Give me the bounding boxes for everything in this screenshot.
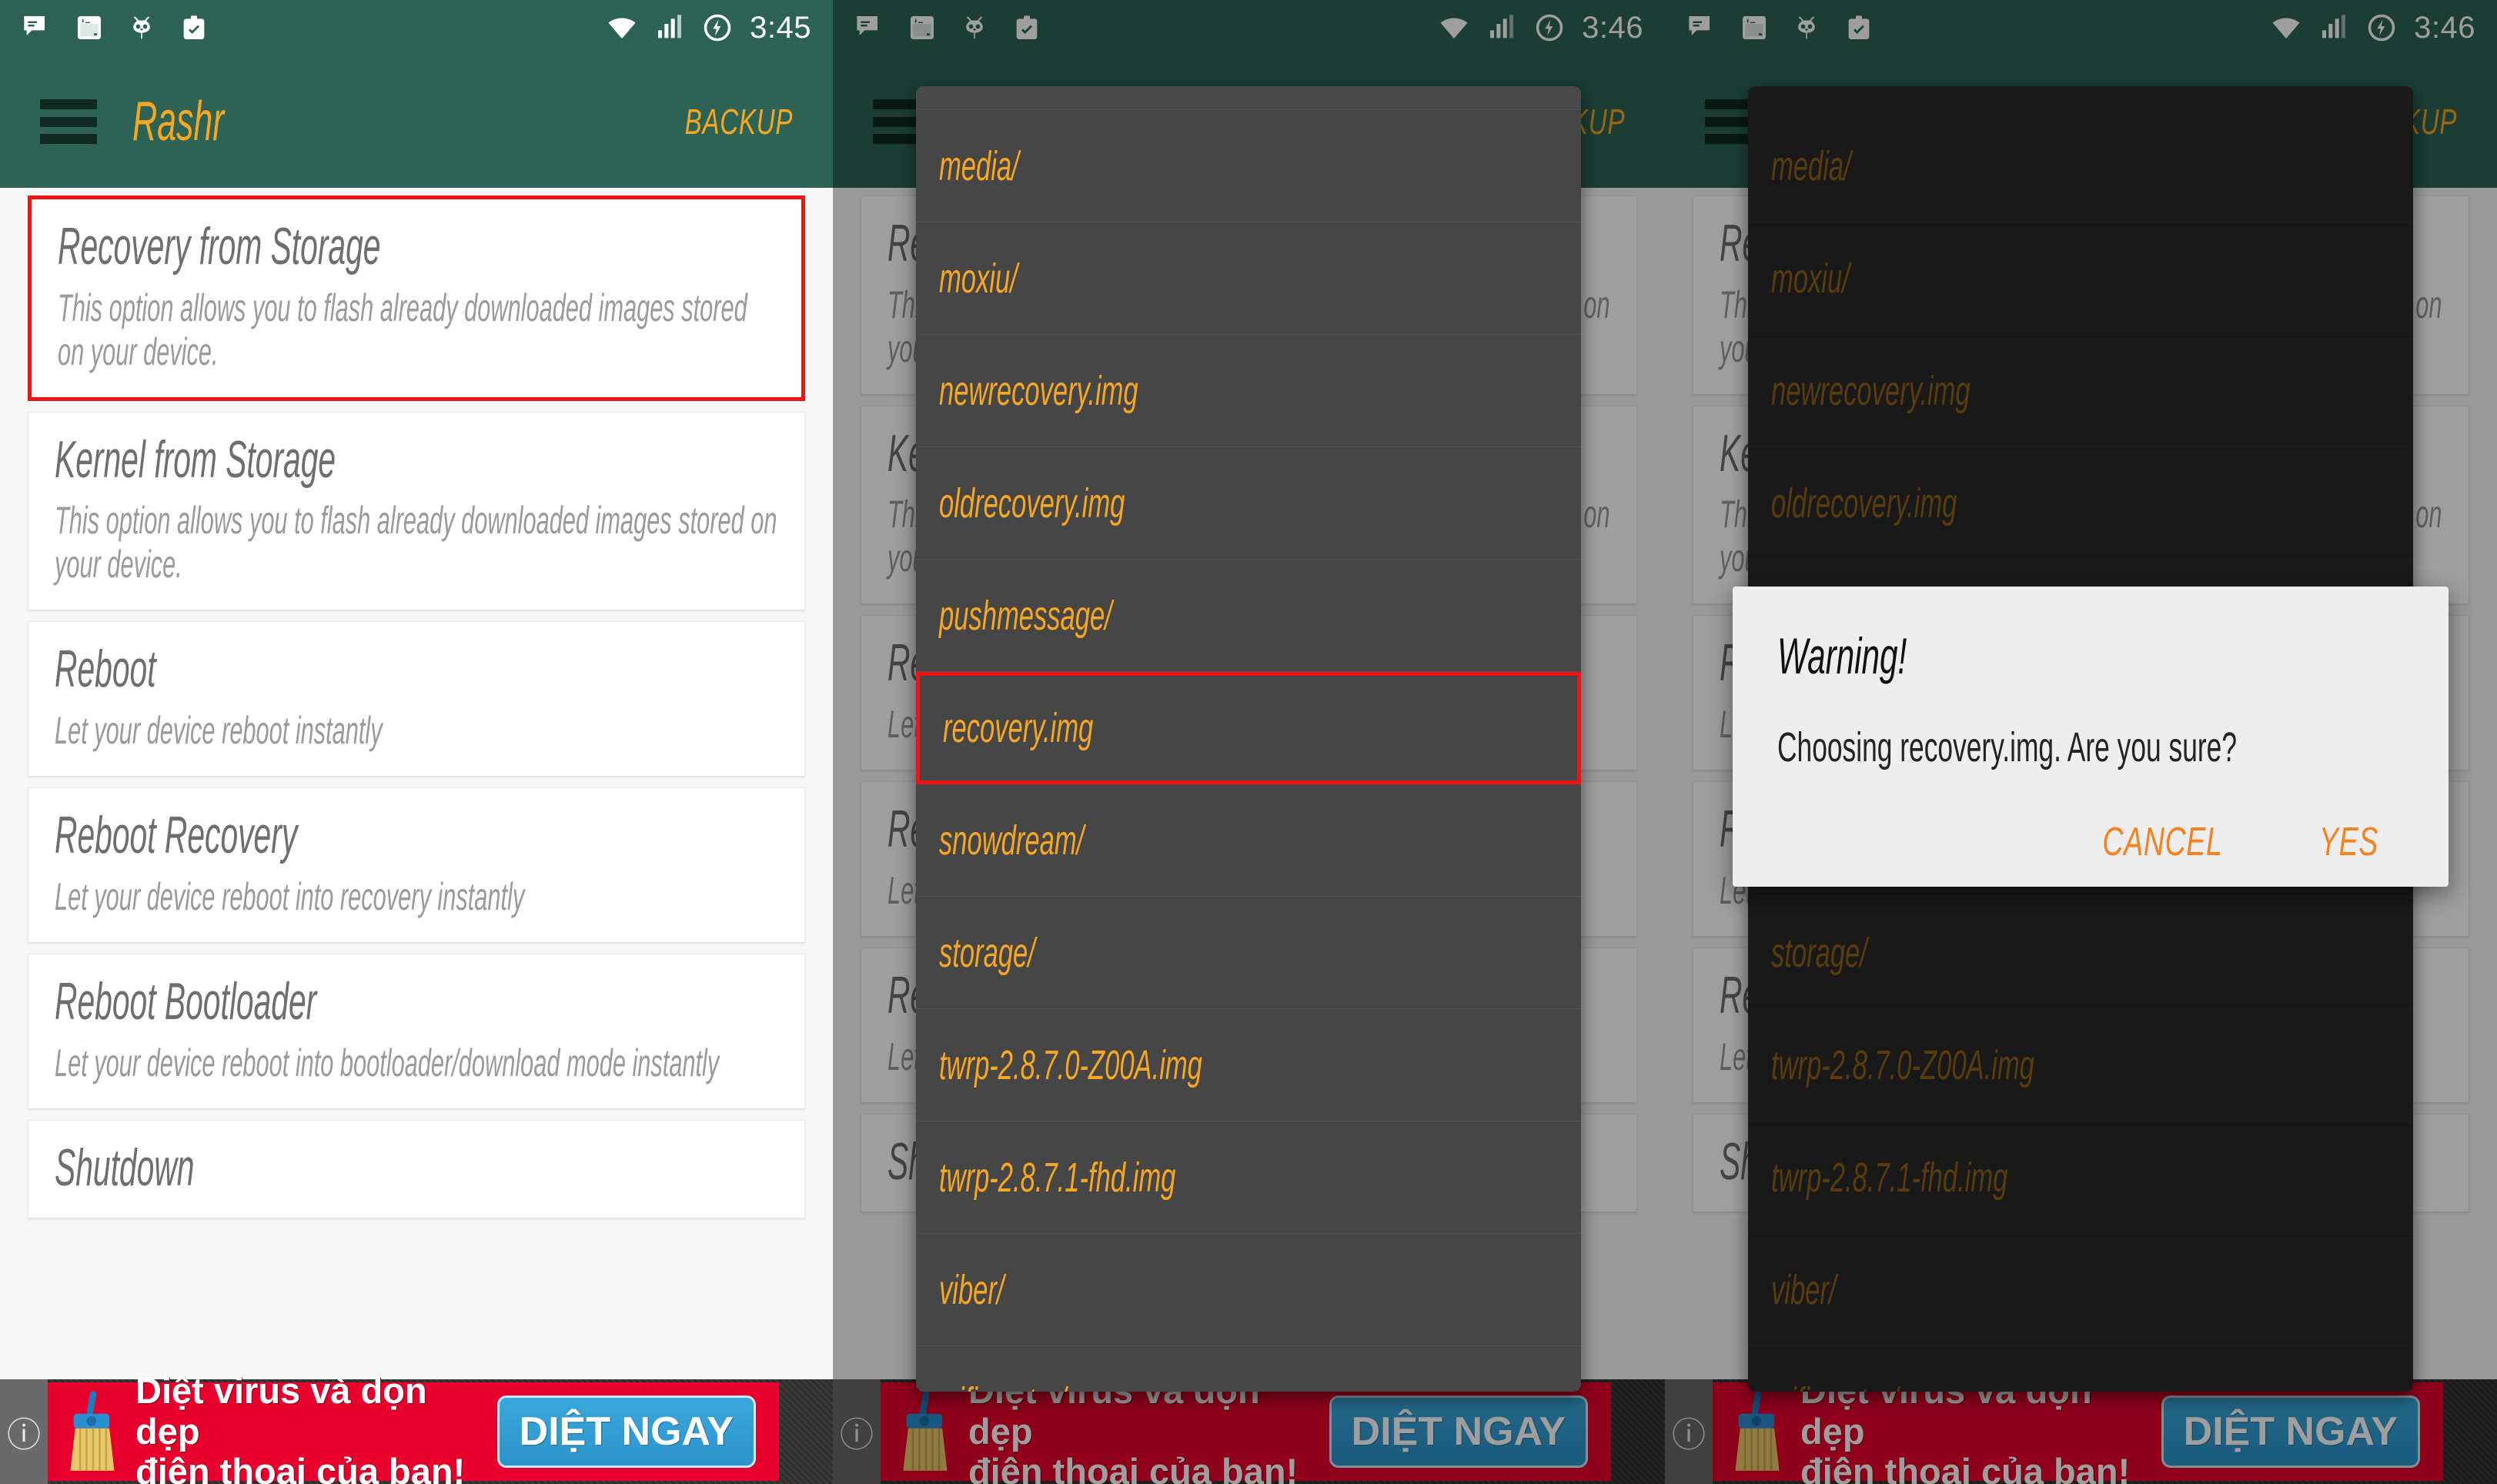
phone-panel-1: 3:45 Rashr BACKUP Recovery from Storage … bbox=[0, 0, 833, 1484]
file-list-item[interactable]: wifimaster/ bbox=[1748, 1346, 2413, 1392]
sms-icon bbox=[24, 16, 45, 35]
file-list-item[interactable]: twrp-2.8.7.1-fhd.img bbox=[916, 1121, 1581, 1234]
battery-charging-icon bbox=[704, 14, 731, 42]
ad-text: Diệt virus và dọn dẹp điện thoại của bạn… bbox=[135, 1370, 497, 1484]
file-name: twrp-2.8.7.0-Z00A.img bbox=[1771, 1041, 2034, 1088]
file-list-item[interactable]: newrecovery.img bbox=[1748, 335, 2413, 447]
ad-banner[interactable]: ⓘ Diệt virus và dọn dẹp điện thoại của b… bbox=[0, 1370, 833, 1484]
terminal-icon bbox=[78, 16, 101, 39]
dialog-top-strip bbox=[1748, 86, 2413, 110]
file-name: twrp-2.8.7.1-fhd.img bbox=[939, 1154, 1176, 1201]
ad-line-2: điện thoại của bạn! bbox=[135, 1451, 466, 1484]
file-name: oldrecovery.img bbox=[939, 480, 1125, 526]
warning-dialog-actions: CANCEL YES bbox=[1777, 819, 2404, 865]
hamburger-menu-icon[interactable] bbox=[40, 99, 97, 144]
file-name: moxiu/ bbox=[1771, 255, 1850, 302]
broom-icon bbox=[70, 1391, 115, 1471]
app-bar: Rashr BACKUP bbox=[0, 55, 833, 188]
file-name: oldrecovery.img bbox=[1771, 480, 1957, 526]
file-chooser-dialog: media/ moxiu/ newrecovery.img oldrecover… bbox=[916, 86, 1581, 1392]
warning-dialog-message: Choosing recovery.img. Are you sure? bbox=[1777, 724, 2237, 770]
file-name: storage/ bbox=[939, 929, 1035, 976]
file-list-item[interactable]: pushmessage/ bbox=[916, 560, 1581, 672]
file-list-item[interactable]: oldrecovery.img bbox=[916, 447, 1581, 560]
dialog-top-strip bbox=[916, 86, 1581, 110]
option-description: This option allows you to flash already … bbox=[55, 499, 777, 587]
file-name: recovery.img bbox=[943, 705, 1094, 751]
file-list-item[interactable]: moxiu/ bbox=[1748, 222, 2413, 335]
file-list-item[interactable]: storage/ bbox=[1748, 897, 2413, 1009]
file-list-item[interactable]: twrp-2.8.7.1-fhd.img bbox=[1748, 1121, 2413, 1234]
file-name: media/ bbox=[1771, 142, 1851, 189]
wifi-icon bbox=[608, 18, 636, 39]
file-name: viber/ bbox=[939, 1266, 1004, 1313]
page-title: Rashr bbox=[132, 91, 225, 152]
status-bar-system-icons: 3:45 bbox=[607, 12, 811, 43]
file-list-item[interactable]: media/ bbox=[916, 110, 1581, 222]
file-name: moxiu/ bbox=[939, 255, 1018, 302]
file-name: twrp-2.8.7.1-fhd.img bbox=[1771, 1154, 2008, 1201]
file-list-item[interactable]: media/ bbox=[1748, 110, 2413, 222]
cancel-button[interactable]: CANCEL bbox=[2102, 819, 2222, 865]
ad-content[interactable]: Diệt virus và dọn dẹp điện thoại của bạn… bbox=[48, 1370, 779, 1484]
cell-signal-icon bbox=[658, 15, 682, 38]
file-name: newrecovery.img bbox=[1771, 367, 1971, 414]
option-title: Shutdown bbox=[55, 1138, 195, 1197]
file-list-item[interactable]: wifimaster/ bbox=[916, 1346, 1581, 1392]
file-list-item[interactable]: twrp-2.8.7.0-Z00A.img bbox=[1748, 1009, 2413, 1121]
option-description: This option allows you to flash already … bbox=[58, 286, 747, 373]
warning-dialog-title: Warning! bbox=[1777, 627, 1907, 684]
file-list-item[interactable]: viber/ bbox=[916, 1234, 1581, 1346]
file-name: media/ bbox=[939, 142, 1019, 189]
option-card-reboot[interactable]: Reboot Let your device reboot instantly bbox=[28, 621, 805, 777]
file-list-item[interactable]: storage/ bbox=[916, 897, 1581, 1009]
phone-panel-3: 3:46 Rashr BACKUP Recovery from Storage … bbox=[1665, 0, 2497, 1484]
file-name: pushmessage/ bbox=[939, 592, 1112, 639]
option-card-recovery-from-storage[interactable]: Recovery from Storage This option allows… bbox=[28, 196, 805, 401]
option-description: Let your device reboot into bootloader/d… bbox=[55, 1041, 720, 1085]
yes-button[interactable]: YES bbox=[2319, 819, 2378, 865]
option-card-reboot-bootloader[interactable]: Reboot Bootloader Let your device reboot… bbox=[28, 953, 805, 1109]
option-card-reboot-recovery[interactable]: Reboot Recovery Let your device reboot i… bbox=[28, 787, 805, 943]
ad-info-icon[interactable]: ⓘ bbox=[0, 1379, 48, 1484]
status-bar-notification-icons bbox=[22, 12, 209, 43]
file-name: wifimaster/ bbox=[939, 1379, 1066, 1392]
file-name: twrp-2.8.7.0-Z00A.img bbox=[939, 1041, 1202, 1088]
options-list: Recovery from Storage This option allows… bbox=[0, 188, 833, 1484]
file-list-item[interactable]: oldrecovery.img bbox=[1748, 447, 2413, 560]
file-list-item[interactable]: twrp-2.8.7.0-Z00A.img bbox=[916, 1009, 1581, 1121]
status-bar-clock: 3:45 bbox=[750, 11, 811, 45]
file-name: newrecovery.img bbox=[939, 367, 1138, 414]
warning-dialog: Warning! Choosing recovery.img. Are you … bbox=[1733, 587, 2449, 887]
screenshot-root: 3:45 Rashr BACKUP Recovery from Storage … bbox=[0, 0, 2497, 1484]
option-card-kernel-from-storage[interactable]: Kernel from Storage This option allows y… bbox=[28, 411, 805, 611]
clipboard-check-icon bbox=[183, 15, 205, 39]
file-name: storage/ bbox=[1771, 929, 1867, 976]
ad-line-1: Diệt virus và dọn dẹp bbox=[135, 1370, 427, 1452]
option-title: Kernel from Storage bbox=[55, 429, 336, 489]
option-card-shutdown[interactable]: Shutdown bbox=[28, 1119, 805, 1219]
file-list-item[interactable]: snowdream/ bbox=[916, 784, 1581, 897]
option-description: Let your device reboot instantly bbox=[55, 709, 383, 753]
file-list-item[interactable]: newrecovery.img bbox=[916, 335, 1581, 447]
option-description: Let your device reboot into recovery ins… bbox=[55, 874, 525, 918]
option-title: Reboot bbox=[55, 640, 156, 699]
ad-cta-button[interactable]: DIỆT NGAY bbox=[496, 1395, 756, 1468]
file-list-item-recovery-img[interactable]: recovery.img bbox=[916, 672, 1581, 784]
backup-button[interactable]: BACKUP bbox=[684, 101, 793, 142]
file-name: wifimaster/ bbox=[1771, 1379, 1898, 1392]
file-list-item[interactable]: viber/ bbox=[1748, 1234, 2413, 1346]
file-name: viber/ bbox=[1771, 1266, 1837, 1313]
file-name: snowdream/ bbox=[939, 817, 1085, 864]
cyanogenmod-icon bbox=[133, 16, 150, 39]
option-title: Reboot Bootloader bbox=[55, 971, 317, 1031]
option-title: Reboot Recovery bbox=[55, 806, 298, 865]
file-list-item[interactable]: moxiu/ bbox=[916, 222, 1581, 335]
phone-panel-2: 3:46 Rashr BACKUP Recovery from Storage … bbox=[833, 0, 1665, 1484]
status-bar: 3:45 bbox=[0, 0, 833, 55]
option-title: Recovery from Storage bbox=[58, 217, 381, 276]
